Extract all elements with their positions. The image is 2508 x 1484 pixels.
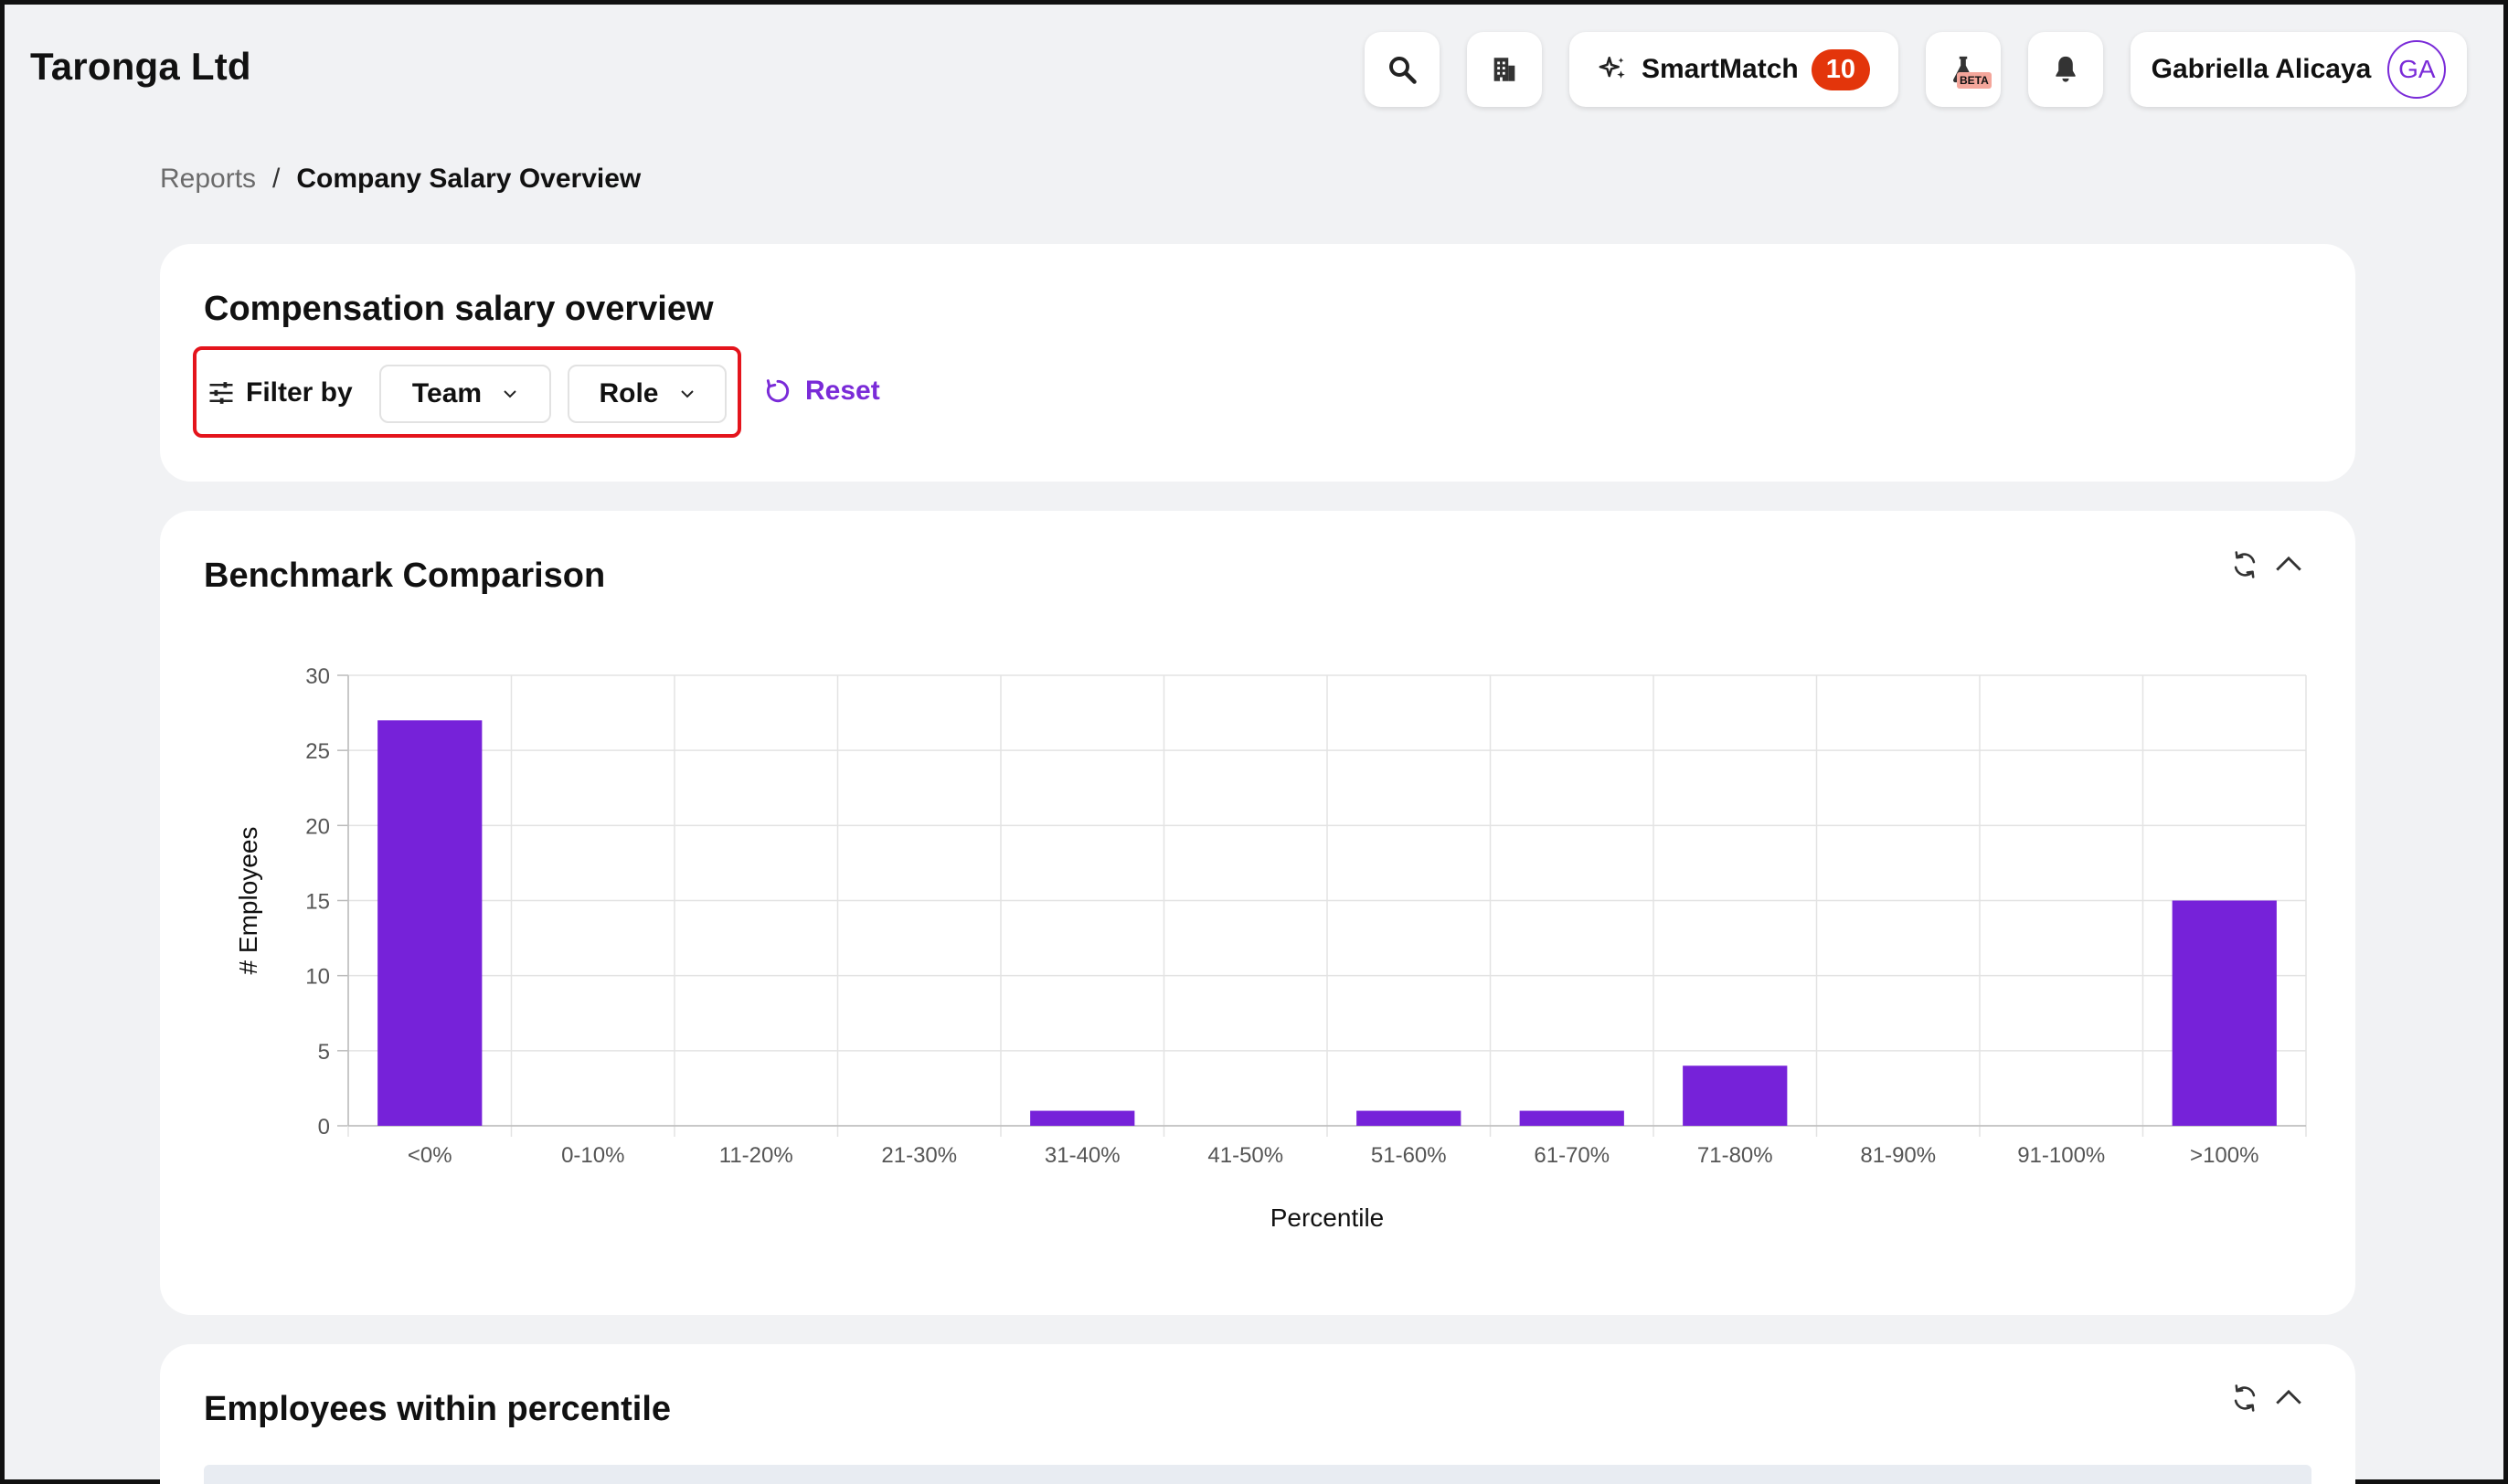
search-icon [1389, 57, 1417, 84]
avatar: GA [2387, 40, 2447, 99]
y-tick-label: 25 [305, 739, 330, 764]
sparkles-icon [1599, 56, 1625, 79]
page-title: Compensation salary overview [204, 290, 714, 328]
filter-by-label: Filter by [246, 377, 353, 408]
x-tick-label: 71-80% [1697, 1143, 1773, 1168]
bar [1356, 1110, 1461, 1126]
top-bar: Taronga Ltd SmartMatch 10 BETA Gabriella… [5, 5, 2503, 132]
reset-icon [766, 379, 790, 403]
smartmatch-button[interactable]: SmartMatch 10 [1569, 32, 1898, 107]
y-tick-label: 30 [305, 664, 330, 689]
filter-card: Compensation salary overview Filter by T… [160, 244, 2355, 482]
reset-label: Reset [805, 376, 880, 406]
beta-labs-button[interactable]: BETA [1926, 32, 2001, 107]
x-tick-label: >100% [2190, 1143, 2258, 1168]
x-tick-label: 0-10% [561, 1143, 624, 1168]
user-menu-button[interactable]: Gabriella Alicaya GA [2131, 32, 2467, 107]
beta-tag: BETA [1957, 72, 1992, 89]
benchmark-card: Benchmark Comparison 0 5 10 15 20 25 30 <0% 0-10… [160, 511, 2355, 1315]
x-tick-label: 21-30% [881, 1143, 957, 1168]
bar [1519, 1110, 1624, 1126]
y-tick-label: 0 [318, 1115, 330, 1140]
breadcrumb: Reports / Company Salary Overview [160, 164, 641, 195]
y-tick-label: 15 [305, 890, 330, 915]
bar [377, 720, 483, 1126]
bar [1683, 1065, 1788, 1126]
team-dropdown-label: Team [411, 378, 483, 408]
y-axis-title: # Employees [234, 827, 262, 975]
employees-card: Employees within percentile [160, 1344, 2355, 1484]
employees-tools [2229, 1383, 2304, 1414]
x-tick-label: 91-100% [2017, 1143, 2105, 1168]
search-button[interactable] [1365, 32, 1440, 107]
chevron-down-icon [680, 390, 694, 398]
y-tick-label: 20 [305, 814, 330, 839]
x-tick-label: 61-70% [1534, 1143, 1610, 1168]
chevron-down-icon [504, 390, 516, 398]
x-tick-label: 31-40% [1045, 1143, 1121, 1168]
benchmark-chart: 0 5 10 15 20 25 30 <0% 0-10% 11-20% 21-30% 31-40% 41… [234, 664, 2307, 1232]
role-dropdown[interactable]: Role [568, 365, 727, 423]
x-tick-label: 41-50% [1207, 1143, 1283, 1168]
chevron-up-icon[interactable] [2273, 1383, 2304, 1414]
breadcrumb-reports-link[interactable]: Reports [160, 164, 256, 195]
breadcrumb-current: Company Salary Overview [296, 164, 642, 194]
bar [2172, 900, 2277, 1126]
smartmatch-label: SmartMatch [1642, 54, 1799, 84]
company-name: Taronga Ltd [30, 45, 251, 88]
y-tick-label: 10 [305, 965, 330, 990]
sliders-icon [209, 382, 233, 404]
employees-title: Employees within percentile [204, 1390, 672, 1428]
x-tick-label: 11-20% [719, 1143, 793, 1168]
building-icon [1493, 58, 1515, 81]
bell-icon [2056, 56, 2076, 82]
breadcrumb-separator: / [272, 164, 281, 194]
x-tick-label: <0% [408, 1143, 452, 1168]
user-name: Gabriella Alicaya [2151, 54, 2372, 84]
role-dropdown-label: Role [599, 378, 659, 408]
bar [1030, 1110, 1135, 1126]
refresh-icon[interactable] [2229, 1383, 2260, 1414]
employees-table-header [204, 1465, 2311, 1484]
x-tick-label: 51-60% [1371, 1143, 1447, 1168]
team-dropdown[interactable]: Team [379, 365, 551, 423]
notifications-button[interactable] [2028, 32, 2103, 107]
x-axis-title: Percentile [1270, 1203, 1385, 1232]
company-switch-button[interactable] [1467, 32, 1542, 107]
filter-label: Filter by [207, 377, 353, 408]
y-tick-label: 5 [318, 1040, 330, 1065]
smartmatch-count-badge: 10 [1811, 48, 1870, 90]
x-tick-label: 81-90% [1860, 1143, 1936, 1168]
filter-group: Filter by Team Role [193, 346, 741, 438]
reset-button[interactable]: Reset [763, 376, 880, 407]
